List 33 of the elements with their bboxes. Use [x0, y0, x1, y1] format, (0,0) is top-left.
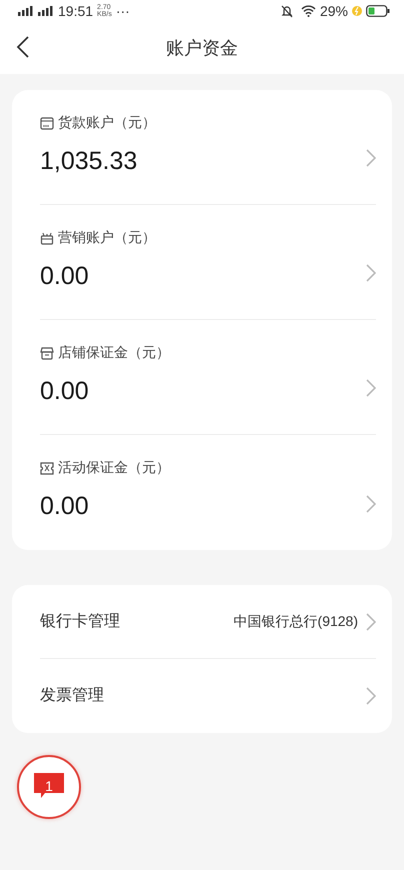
account-label: 店铺保证金（元）: [58, 343, 170, 362]
charging-icon: [352, 5, 362, 17]
chevron-right-icon: [366, 612, 376, 630]
back-icon[interactable]: [16, 36, 30, 58]
ticket-icon: [40, 460, 54, 474]
wifi-icon: [300, 5, 316, 17]
account-amount: 0.00: [40, 261, 90, 292]
account-label: 营销账户（元）: [58, 228, 156, 247]
chevron-right-icon: [366, 149, 376, 167]
chevron-right-icon: [366, 264, 376, 282]
setting-label[interactable]: 发票管理: [40, 684, 104, 708]
message-button[interactable]: 1: [17, 755, 81, 819]
account-label: 活动保证金（元）: [58, 458, 170, 477]
more-indicator: ···: [116, 2, 130, 20]
account-amount: 0.00: [40, 491, 90, 522]
store-icon: [40, 346, 54, 360]
status-time: 19:51: [58, 2, 94, 20]
battery-icon: [366, 5, 390, 17]
chevron-right-icon: [366, 379, 376, 397]
chevron-right-icon: [366, 687, 376, 705]
wallet-icon: [40, 116, 54, 130]
chevron-right-icon: [366, 494, 376, 512]
signal-icon: [38, 6, 54, 16]
account-amount: 1,035.33: [40, 146, 138, 177]
setting-label[interactable]: 银行卡管理: [40, 610, 120, 634]
signal-icon: [18, 6, 34, 16]
page-title: 账户资金: [166, 36, 238, 60]
muted-bell-icon: [280, 4, 293, 18]
gift-icon: [40, 230, 54, 244]
account-amount: 0.00: [40, 376, 90, 407]
setting-value: 中国银行总行(9128): [234, 612, 358, 631]
battery-percent: 29%: [320, 2, 348, 20]
account-label: 货款账户（元）: [58, 113, 156, 132]
